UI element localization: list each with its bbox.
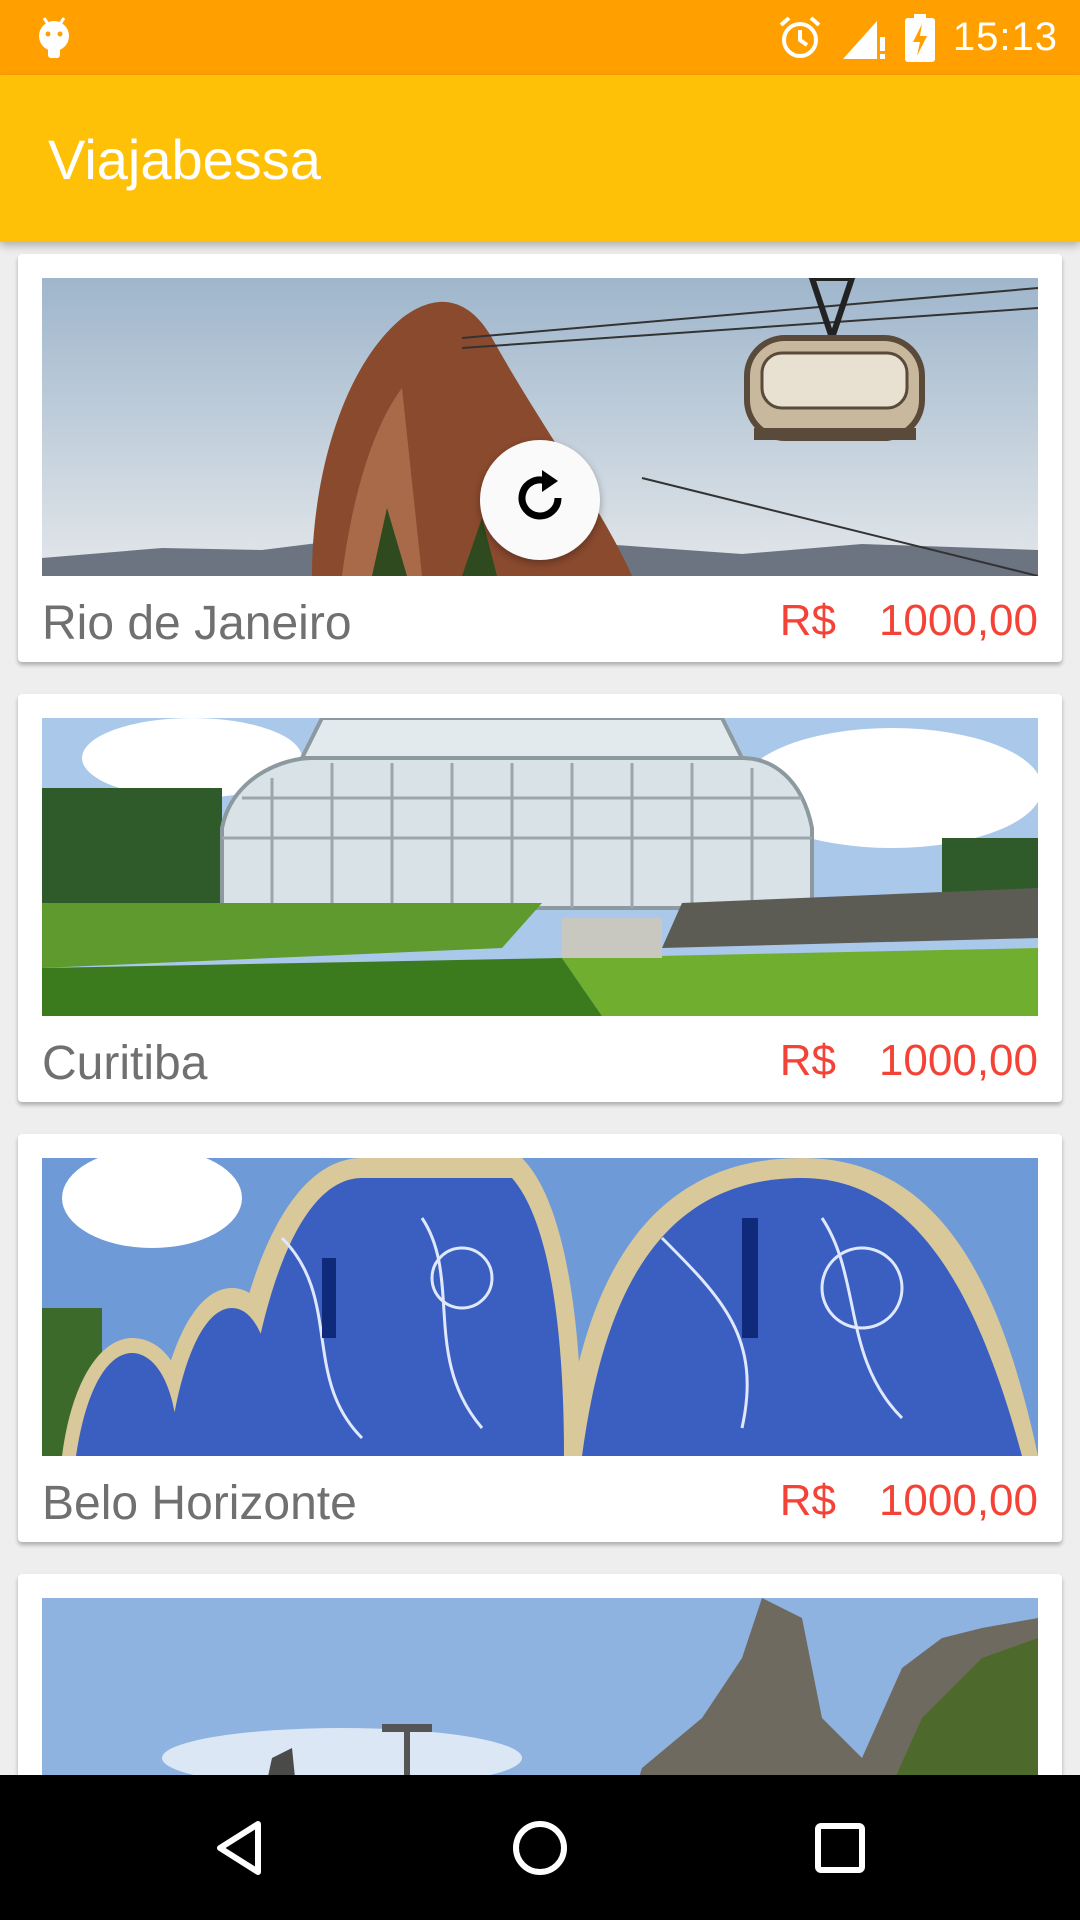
trip-card[interactable] [18, 1574, 1062, 1775]
trip-card[interactable]: Curitiba R$ 1000,00 [18, 694, 1062, 1102]
trip-name: Curitiba [42, 1037, 208, 1090]
trip-price: 1000,00 [878, 1476, 1038, 1525]
trip-name: Rio de Janeiro [42, 597, 352, 650]
signal-icon [841, 15, 887, 61]
price-currency: R$ [779, 1036, 836, 1085]
trip-image [42, 1158, 1038, 1456]
app-title: Viajabessa [48, 128, 321, 191]
alarm-icon [777, 15, 823, 61]
refresh-icon [508, 466, 572, 535]
trip-name: Belo Horizonte [42, 1477, 357, 1530]
android-debug-icon [36, 14, 72, 62]
price-currency: R$ [779, 596, 836, 645]
home-icon[interactable] [505, 1813, 575, 1883]
refresh-indicator [480, 440, 600, 560]
trip-card[interactable]: Belo Horizonte R$ 1000,00 [18, 1134, 1062, 1542]
status-bar: 15:13 [0, 0, 1080, 75]
trip-price: 1000,00 [878, 1036, 1038, 1085]
back-icon[interactable] [205, 1813, 275, 1883]
trip-price: 1000,00 [878, 596, 1038, 645]
status-time: 15:13 [952, 15, 1058, 59]
price-currency: R$ [779, 1476, 836, 1525]
battery-charging-icon [904, 13, 935, 62]
recents-icon[interactable] [805, 1813, 875, 1883]
app-bar: Viajabessa [0, 75, 1080, 242]
trip-image [42, 718, 1038, 1016]
trip-image [42, 1598, 1038, 1775]
navigation-bar [0, 1775, 1080, 1920]
